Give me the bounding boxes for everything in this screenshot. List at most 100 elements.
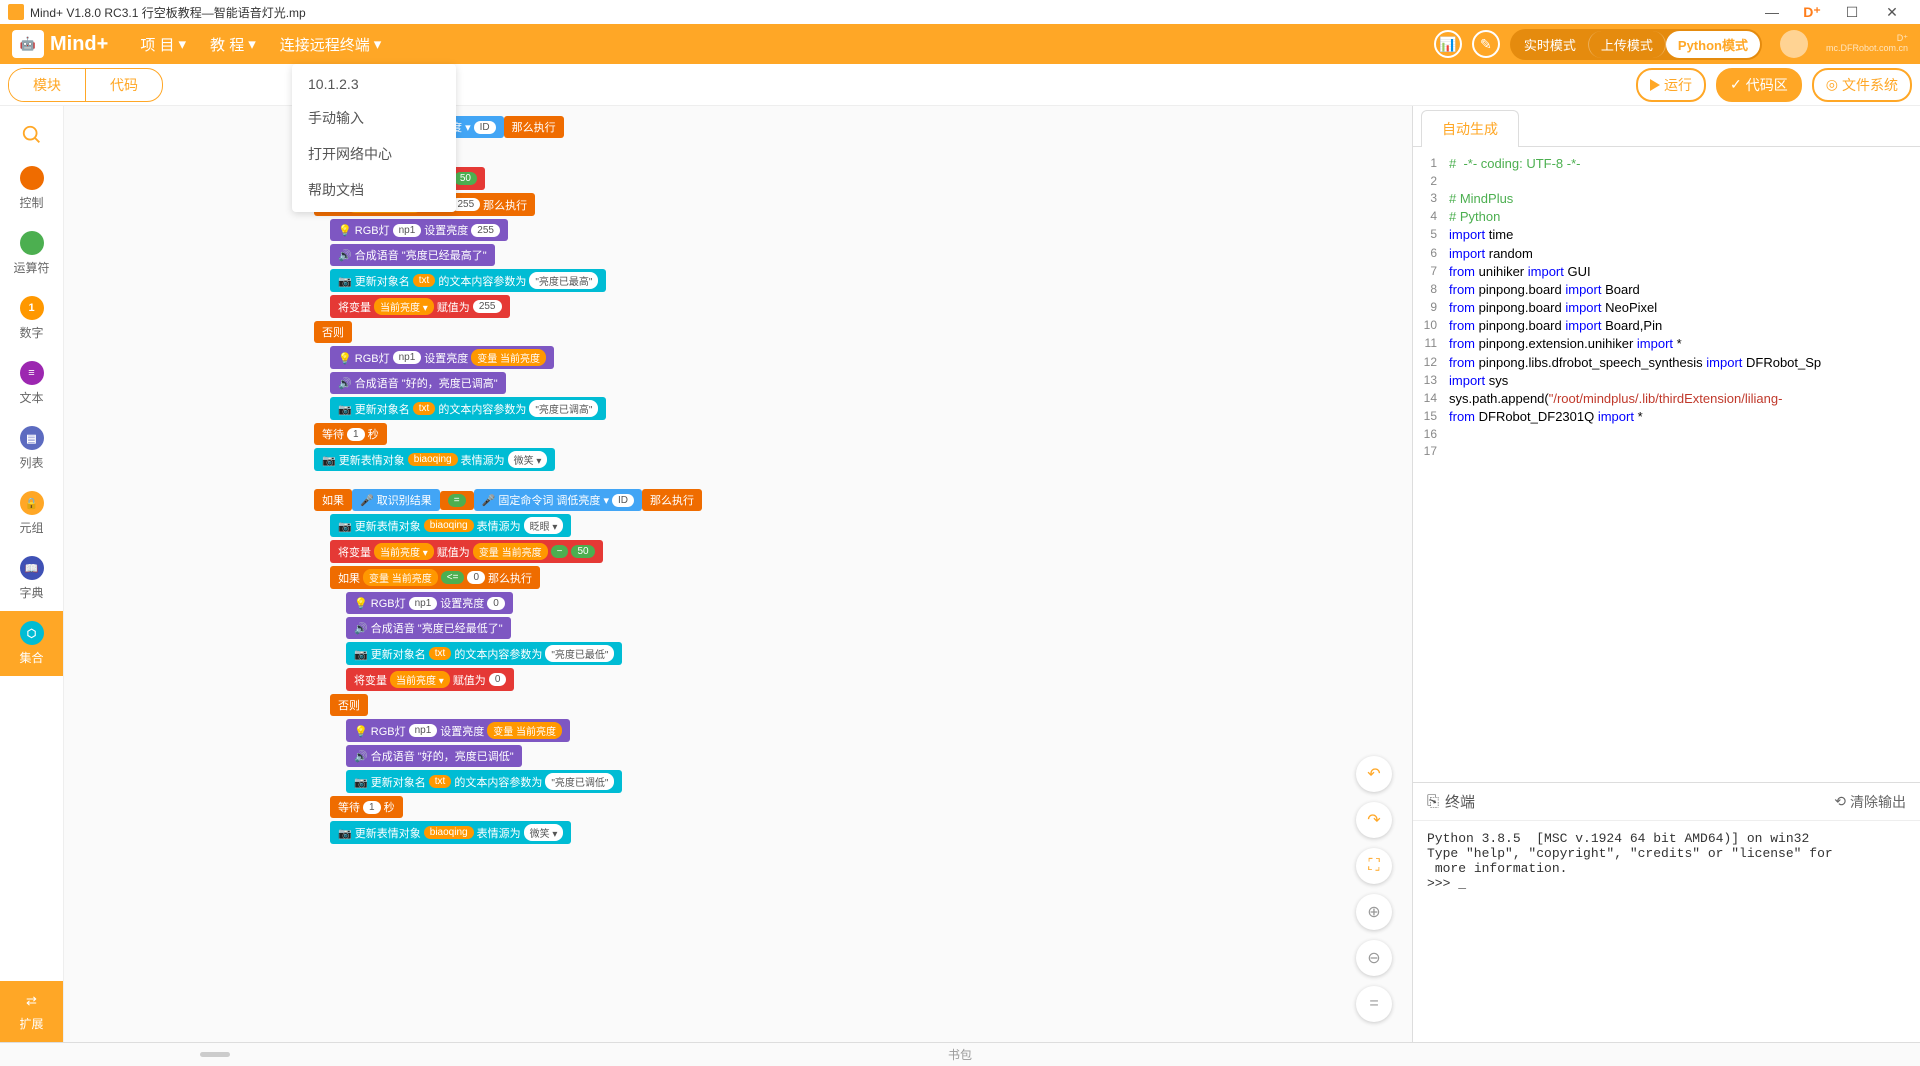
search-button[interactable] xyxy=(0,114,63,156)
block-row[interactable]: 🔊 合成语音 "好的，亮度已调高" xyxy=(330,372,702,394)
crop-button[interactable]: ⛶ xyxy=(1356,848,1392,884)
terminal-panel: ⎘ 终端 ⟲ 清除输出 Python 3.8.5 [MSC v.1924 64 … xyxy=(1413,782,1920,1042)
code-line: 15from DFRobot_DF2301Q import * xyxy=(1413,408,1920,426)
settings-icon[interactable] xyxy=(1780,30,1808,58)
block-row[interactable]: 等待 1 秒 xyxy=(314,423,702,445)
close-button[interactable]: ✕ xyxy=(1872,4,1912,21)
code-line: 14sys.path.append("/root/mindplus/.lib/t… xyxy=(1413,390,1920,408)
code-area-button[interactable]: ✓代码区 xyxy=(1716,68,1802,102)
view-tabs: 模块 代码 xyxy=(8,68,163,102)
undo-button[interactable]: ↶ xyxy=(1356,756,1392,792)
play-icon xyxy=(1650,79,1660,91)
category-控制[interactable]: 控制 xyxy=(0,156,63,221)
edit-icon[interactable]: ✎ xyxy=(1472,30,1500,58)
code-line: 12from pinpong.libs.dfrobot_speech_synth… xyxy=(1413,354,1920,372)
redo-button[interactable]: ↷ xyxy=(1356,802,1392,838)
remote-dropdown: 10.1.2.3 手动输入 打开网络中心 帮助文档 xyxy=(292,64,456,212)
menu-project[interactable]: 项 目 ▾ xyxy=(128,34,198,55)
extension-button[interactable]: ⇄ 扩展 xyxy=(0,981,63,1042)
run-button[interactable]: 运行 xyxy=(1636,68,1706,102)
category-列表[interactable]: ▤列表 xyxy=(0,416,63,481)
mode-python[interactable]: Python模式 xyxy=(1666,31,1760,58)
tab-blocks[interactable]: 模块 xyxy=(9,69,86,101)
block-row[interactable]: 📷 更新表情对象 biaoqing 表情源为 微笑 ▾ xyxy=(314,448,702,471)
block-row[interactable]: 📷 更新对象名 txt 的文本内容参数为 "亮度已调高" xyxy=(330,397,702,420)
menu-tutorial[interactable]: 教 程 ▾ xyxy=(198,34,268,55)
block-row[interactable]: 💡 RGB灯 np1 设置亮度 变量 当前亮度 xyxy=(346,719,702,742)
block-row[interactable]: 否则 xyxy=(314,321,702,343)
block-row[interactable]: 🔊 合成语音 "亮度已经最低了" xyxy=(346,617,702,639)
chart-icon[interactable]: 📊 xyxy=(1434,30,1462,58)
code-line: 13import sys xyxy=(1413,372,1920,390)
tab-code[interactable]: 代码 xyxy=(86,69,162,101)
canvas-controls: ↶ ↷ ⛶ ⊕ ⊖ = xyxy=(1356,756,1392,1022)
code-editor[interactable]: 1# -*- coding: UTF-8 -*-23# MindPlus4# P… xyxy=(1413,147,1920,782)
block-row[interactable]: 如果🎤 取识别结果=🎤 固定命令词 调低亮度 ▾ ID那么执行 xyxy=(314,489,702,511)
code-tab-auto[interactable]: 自动生成 xyxy=(1421,110,1519,147)
minimize-button[interactable]: — xyxy=(1752,4,1792,20)
clear-output-button[interactable]: ⟲ 清除输出 xyxy=(1834,791,1906,812)
category-元组[interactable]: 🔒元组 xyxy=(0,481,63,546)
logo-text: Mind+ xyxy=(50,33,108,56)
dropdown-ip[interactable]: 10.1.2.3 xyxy=(292,68,456,100)
zoom-in-button[interactable]: ⊕ xyxy=(1356,894,1392,930)
drag-handle-icon xyxy=(200,1052,230,1057)
zoom-out-button[interactable]: ⊖ xyxy=(1356,940,1392,976)
window-title: Mind+ V1.8.0 RC3.1 行空板教程—智能语音灯光.mp xyxy=(30,4,306,21)
code-line: 9from pinpong.board import NeoPixel xyxy=(1413,299,1920,317)
block-row[interactable]: 📷 更新表情对象 biaoqing 表情源为 微笑 ▾ xyxy=(330,821,702,844)
mode-realtime[interactable]: 实时模式 xyxy=(1512,31,1588,58)
category-字典[interactable]: 📖字典 xyxy=(0,546,63,611)
menu-remote[interactable]: 连接远程终端 ▾ xyxy=(268,34,394,55)
block-row[interactable]: 否则 xyxy=(330,694,702,716)
block-row[interactable]: 如果 变量 当前亮度 <= 0 那么执行 xyxy=(330,566,702,589)
block-row[interactable]: 📷 更新表情对象 biaoqing 表情源为 眨眼 ▾ xyxy=(330,514,702,537)
block-row[interactable]: 🔊 合成语音 "好的，亮度已调低" xyxy=(346,745,702,767)
dfrobot-icon[interactable]: D⁺ xyxy=(1792,4,1832,21)
clear-icon: ⟲ xyxy=(1834,793,1846,810)
block-row[interactable]: 💡 RGB灯 np1 设置亮度 255 xyxy=(330,219,702,241)
block-row[interactable]: 💡 RGB灯 np1 设置亮度 变量 当前亮度 xyxy=(330,346,702,369)
file-system-button[interactable]: ◎文件系统 xyxy=(1812,68,1912,102)
dropdown-network[interactable]: 打开网络中心 xyxy=(292,136,456,172)
window-titlebar: Mind+ V1.8.0 RC3.1 行空板教程—智能语音灯光.mp — D⁺ … xyxy=(0,0,1920,24)
code-line: 10from pinpong.board import Board,Pin xyxy=(1413,317,1920,335)
code-line: 2 xyxy=(1413,173,1920,190)
right-panel: 自动生成 1# -*- coding: UTF-8 -*-23# MindPlu… xyxy=(1412,106,1920,1042)
mode-upload[interactable]: 上传模式 xyxy=(1588,31,1666,58)
main-menubar: 🤖 Mind+ 项 目 ▾ 教 程 ▾ 连接远程终端 ▾ 10.1.2.3 手动… xyxy=(0,24,1920,64)
center-button[interactable]: = xyxy=(1356,986,1392,1022)
block-row[interactable]: 📷 更新对象名 txt 的文本内容参数为 "亮度已最高" xyxy=(330,269,702,292)
category-运算符[interactable]: 运算符 xyxy=(0,221,63,286)
category-数字[interactable]: 1数字 xyxy=(0,286,63,351)
code-tabs: 自动生成 xyxy=(1413,106,1920,147)
code-line: 1# -*- coding: UTF-8 -*- xyxy=(1413,155,1920,173)
code-line: 5import time xyxy=(1413,226,1920,244)
code-line: 17 xyxy=(1413,443,1920,460)
code-line: 16 xyxy=(1413,426,1920,443)
logo-icon: 🤖 xyxy=(12,30,44,58)
blocks-container: 如果固定命令词 调高亮度 ▾ ID那么执行📷 ... 表情源为 眨眼 ▾将变量 … xyxy=(314,116,702,847)
category-文本[interactable]: ≡文本 xyxy=(0,351,63,416)
code-line: 7from unihiker import GUI xyxy=(1413,263,1920,281)
block-row[interactable]: 将变量 当前亮度 ▾ 赋值为 255 xyxy=(330,295,702,318)
code-line: 8from pinpong.board import Board xyxy=(1413,281,1920,299)
logo: 🤖 Mind+ xyxy=(12,30,108,58)
app-icon xyxy=(8,4,24,20)
block-row[interactable]: 等待 1 秒 xyxy=(330,796,702,818)
bottom-bar[interactable]: 书包 xyxy=(0,1042,1920,1066)
block-row[interactable]: 将变量 当前亮度 ▾ 赋值为 0 xyxy=(346,668,702,691)
category-集合[interactable]: ⬡集合 xyxy=(0,611,63,676)
block-row[interactable]: 将变量 当前亮度 ▾ 赋值为 变量 当前亮度 − 50 xyxy=(330,540,702,563)
maximize-button[interactable]: ☐ xyxy=(1832,4,1872,21)
dfrobot-logo: D⁺mc.DFRobot.com.cn xyxy=(1826,34,1908,54)
terminal-output[interactable]: Python 3.8.5 [MSC v.1924 64 bit AMD64)] … xyxy=(1413,821,1920,1042)
dropdown-manual[interactable]: 手动输入 xyxy=(292,100,456,136)
dropdown-help[interactable]: 帮助文档 xyxy=(292,172,456,208)
block-row[interactable]: 📷 更新对象名 txt 的文本内容参数为 "亮度已调低" xyxy=(346,770,702,793)
block-row[interactable]: 🔊 合成语音 "亮度已经最高了" xyxy=(330,244,702,266)
block-canvas[interactable]: 如果固定命令词 调高亮度 ▾ ID那么执行📷 ... 表情源为 眨眼 ▾将变量 … xyxy=(64,106,1412,1042)
mode-switcher: 实时模式 上传模式 Python模式 xyxy=(1510,29,1762,60)
block-row[interactable]: 💡 RGB灯 np1 设置亮度 0 xyxy=(346,592,702,614)
block-row[interactable]: 📷 更新对象名 txt 的文本内容参数为 "亮度已最低" xyxy=(346,642,702,665)
